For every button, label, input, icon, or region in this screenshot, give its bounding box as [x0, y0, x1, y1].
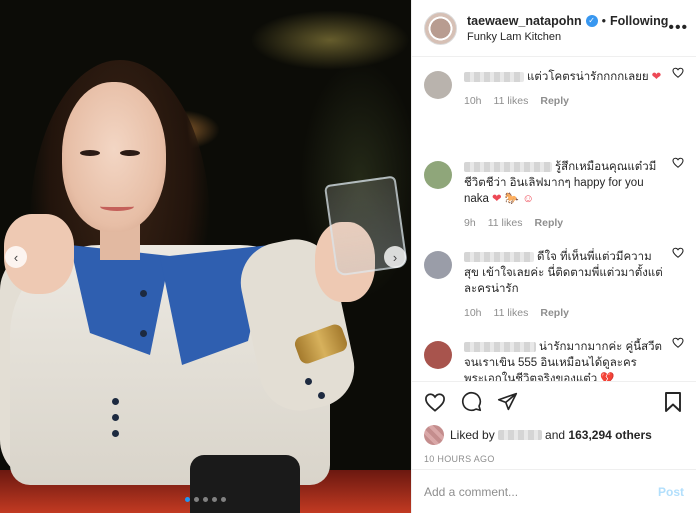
- redacted-username[interactable]: [464, 341, 536, 352]
- shirt-button: [305, 378, 312, 385]
- add-comment-bar: Post: [412, 469, 696, 513]
- reply-button[interactable]: Reply: [540, 93, 569, 109]
- author-username[interactable]: taewaew_natapohn: [467, 14, 582, 28]
- comment-emoji: ❤: [651, 71, 662, 83]
- comment-body: แต่วโคตรน่ารักกกกเลยย ❤ 10h 11 likes Reply: [464, 69, 664, 147]
- comment-like-icon[interactable]: [672, 337, 684, 351]
- comment-likes[interactable]: 11 likes: [494, 93, 529, 109]
- carousel-dot: [212, 497, 217, 502]
- action-bar: [412, 381, 696, 421]
- carousel-indicator: [0, 497, 411, 502]
- carousel-dot: [194, 497, 199, 502]
- shirt-button: [112, 414, 119, 421]
- carousel-dot: [221, 497, 226, 502]
- comment-item: รู้สึกเหมือนคุณแต๋วมีชีวิตชีว่า อินเลิฟม…: [424, 147, 684, 237]
- comment-like-icon[interactable]: [672, 157, 684, 171]
- carousel-dot: [203, 497, 208, 502]
- comment-time: 10h: [464, 95, 482, 107]
- commenter-avatar[interactable]: [424, 161, 452, 189]
- shirt-button: [140, 330, 147, 337]
- more-options-icon[interactable]: •••: [668, 19, 688, 37]
- black-bag: [190, 455, 300, 513]
- separator-dot: •: [601, 13, 607, 28]
- eye: [80, 150, 100, 156]
- comment-like-icon[interactable]: [672, 247, 684, 261]
- post-timestamp[interactable]: 10 HOURS AGO: [412, 449, 696, 469]
- chevron-right-icon: ›: [392, 249, 398, 265]
- smile: [100, 202, 134, 211]
- comment-meta: 9h 11 likes Reply: [464, 215, 664, 231]
- commenter-avatar[interactable]: [424, 251, 452, 279]
- comment-text: แต่วโคตรน่ารักกกกเลยย: [527, 71, 649, 83]
- carousel-dot: [185, 497, 190, 502]
- post-comment-button[interactable]: Post: [658, 485, 684, 499]
- post-location[interactable]: Funky Lam Kitchen: [467, 31, 668, 43]
- comment-emoji: 💔: [600, 373, 615, 381]
- comment-item: แต่วโคตรน่ารักกกกเลยย ❤ 10h 11 likes Reply: [424, 57, 684, 147]
- comment-body: ดีใจ ที่เห็นพี่แต่วมีความสุข เข้าใจเลยค่…: [464, 249, 664, 327]
- post-details-panel: taewaew_natapohn ✓ • Following Funky Lam…: [411, 0, 696, 513]
- comment-like-icon[interactable]: [672, 67, 684, 81]
- shirt-button: [318, 392, 325, 399]
- comment-likes[interactable]: 11 likes: [494, 305, 529, 321]
- likes-count[interactable]: 163,294 others: [568, 428, 651, 442]
- eye: [120, 150, 140, 156]
- post-header: taewaew_natapohn ✓ • Following Funky Lam…: [412, 0, 696, 57]
- redacted-username[interactable]: [464, 251, 534, 262]
- author-avatar[interactable]: [424, 11, 457, 45]
- likes-summary: Liked by and 163,294 others: [412, 421, 696, 449]
- comment-meta: 10h 11 likes Reply: [464, 305, 664, 321]
- shirt-button: [140, 290, 147, 297]
- author-info: taewaew_natapohn ✓ • Following Funky Lam…: [467, 14, 668, 43]
- reply-button[interactable]: Reply: [540, 305, 569, 321]
- redacted-username[interactable]: [464, 161, 552, 172]
- liked-by-and: and: [545, 428, 566, 442]
- comment-time: 10h: [464, 307, 482, 319]
- comment-bubble-icon[interactable]: [460, 391, 482, 413]
- chevron-left-icon: ‹: [13, 249, 19, 265]
- comment-item: ดีใจ ที่เห็นพี่แต่วมีความสุข เข้าใจเลยค่…: [424, 237, 684, 327]
- comment-input[interactable]: [424, 484, 658, 499]
- comment-body: น่ารักมากมากค่ะ คู่นี้สวีตจนเราเขิน 555 …: [464, 339, 664, 381]
- carousel-next-button[interactable]: ›: [384, 246, 406, 268]
- redacted-username: [498, 430, 543, 440]
- comment-meta: 10h 11 likes Reply: [464, 93, 664, 109]
- comment-emoji: ❤ 🐎 ☺: [491, 193, 535, 205]
- comment-body: รู้สึกเหมือนคุณแต๋วมีชีวิตชีว่า อินเลิฟม…: [464, 159, 664, 237]
- commenter-avatar[interactable]: [424, 341, 452, 369]
- shirt-button: [112, 430, 119, 437]
- liked-by-prefix: Liked by: [450, 428, 495, 442]
- comment-time: 9h: [464, 217, 476, 229]
- post-photo[interactable]: ‹ ›: [0, 0, 411, 513]
- comment-item: น่ารักมากมากค่ะ คู่นี้สวีตจนเราเขิน 555 …: [424, 327, 684, 381]
- comments-list[interactable]: แต่วโคตรน่ารักกกกเลยย ❤ 10h 11 likes Reply รู…: [412, 57, 696, 381]
- carousel-prev-button[interactable]: ‹: [5, 246, 27, 268]
- verified-badge-icon: ✓: [585, 14, 598, 27]
- comment-likes[interactable]: 11 likes: [488, 215, 523, 231]
- following-button[interactable]: Following: [610, 14, 668, 28]
- liker-avatar[interactable]: [424, 425, 444, 445]
- bookmark-icon[interactable]: [662, 391, 684, 413]
- heart-outline-icon[interactable]: [424, 391, 446, 413]
- paper-plane-icon[interactable]: [496, 391, 518, 413]
- redacted-username[interactable]: [464, 71, 524, 82]
- instagram-post-modal: ‹ › taewaew_natapohn ✓ • Following Funky…: [0, 0, 696, 513]
- shirt-button: [112, 398, 119, 405]
- commenter-avatar[interactable]: [424, 71, 452, 99]
- reply-button[interactable]: Reply: [535, 215, 564, 231]
